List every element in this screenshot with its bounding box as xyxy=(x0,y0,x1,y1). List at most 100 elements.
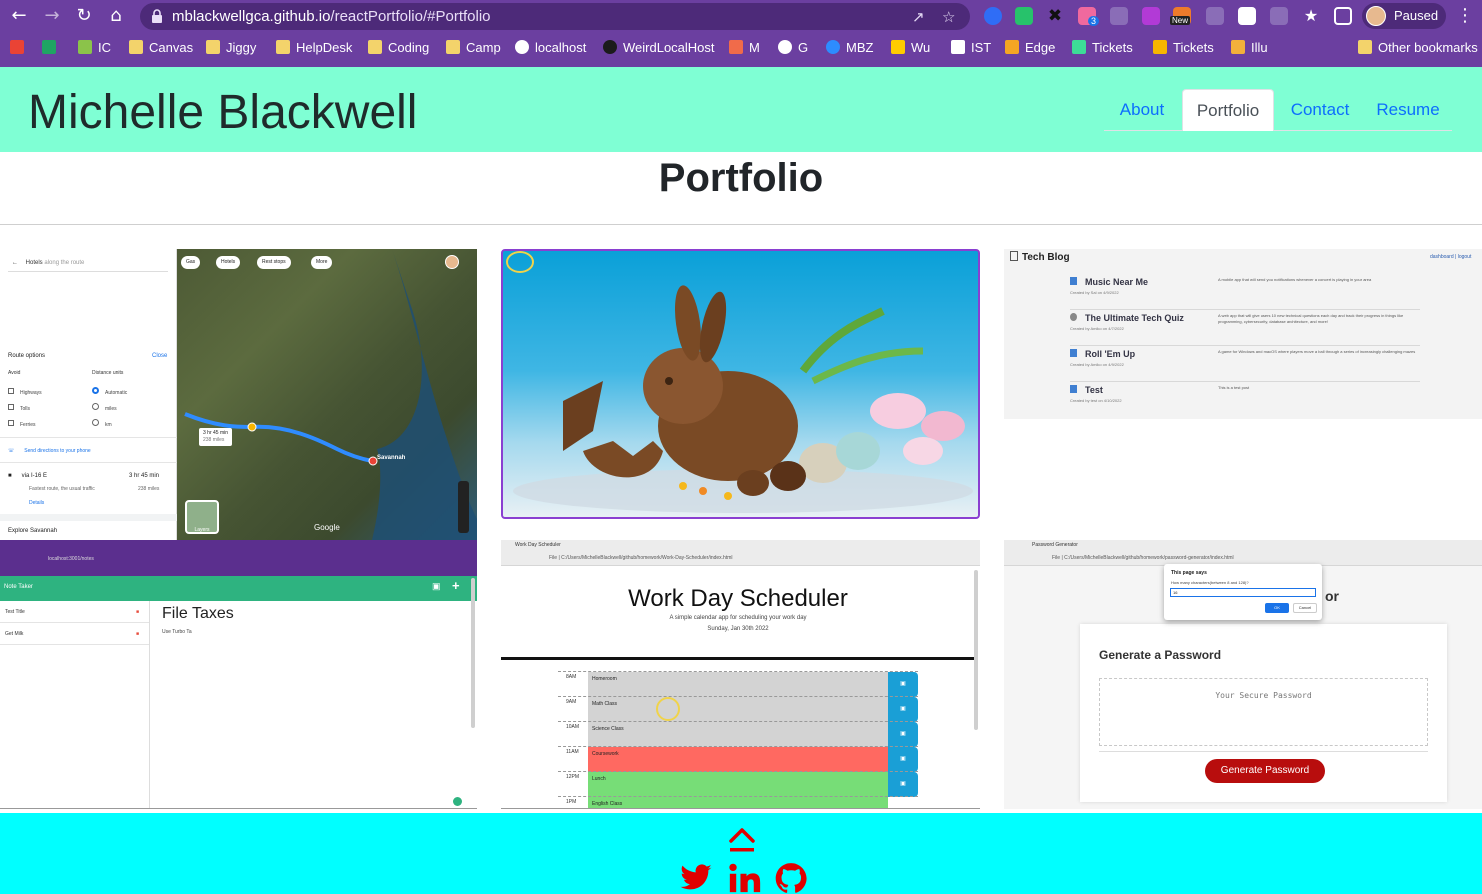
unit-km[interactable]: km xyxy=(92,417,127,433)
extension-icon-blue[interactable] xyxy=(984,7,1002,25)
extension-icon-comment[interactable] xyxy=(1206,7,1224,25)
nav-portfolio[interactable]: Portfolio xyxy=(1182,89,1274,131)
bookmark-star-icon[interactable]: ☆ xyxy=(942,7,955,27)
extension-icon-pink[interactable]: 3 xyxy=(1078,7,1100,26)
bookmark-localhost[interactable]: localhost xyxy=(515,39,586,57)
dialog-input[interactable]: 16 xyxy=(1170,588,1316,597)
note-list-item[interactable]: Test Title ■ xyxy=(0,601,149,623)
bookmark-other[interactable]: Other bookmarks xyxy=(1358,39,1478,57)
extension-icon-green[interactable] xyxy=(1015,7,1033,25)
save-slot-icon[interactable]: ▣ xyxy=(888,772,918,797)
route-details-link[interactable]: Details xyxy=(29,500,44,506)
nav-resume[interactable]: Resume xyxy=(1368,89,1448,131)
chip-rest-stops[interactable]: Rest stops xyxy=(257,256,291,269)
chip-gas[interactable]: Gas xyxy=(181,256,201,269)
bookmark-ist[interactable]: IST xyxy=(951,39,991,57)
route-options-close[interactable]: Close xyxy=(152,353,167,359)
layers-button[interactable]: Layers xyxy=(185,500,219,534)
forward-icon[interactable]: → xyxy=(41,5,63,27)
browser-menu-icon[interactable]: ⋮ xyxy=(1456,5,1474,26)
bookmark-g[interactable]: G xyxy=(778,39,808,57)
extensions-puzzle-icon[interactable]: ★ xyxy=(1302,7,1320,25)
extension-icon-r[interactable] xyxy=(1142,7,1160,25)
bookmark-helpdesk[interactable]: HelpDesk xyxy=(276,39,352,57)
lock-icon[interactable] xyxy=(151,9,163,23)
project-tile-scheduler[interactable]: Work Day Scheduler File | C:/Users/Miche… xyxy=(501,540,980,809)
dialog-cancel-button[interactable]: Cancel xyxy=(1293,603,1317,613)
chip-more[interactable]: More xyxy=(311,256,333,269)
time-block-input[interactable]: Science Class xyxy=(588,722,888,747)
bookmark-ic[interactable]: IC xyxy=(78,39,111,57)
unit-miles[interactable]: miles xyxy=(92,401,127,417)
bookmark-jiggy[interactable]: Jiggy xyxy=(206,39,256,57)
avoid-highways[interactable]: Highways xyxy=(8,385,42,401)
avoid-tolls[interactable]: Tolls xyxy=(8,401,42,417)
project-tile-password[interactable]: Password Generator File | C:/Users/Miche… xyxy=(1004,540,1482,809)
add-note-icon[interactable]: + xyxy=(452,578,460,593)
save-slot-icon[interactable]: ▣ xyxy=(888,697,918,722)
bookmark-coding[interactable]: Coding xyxy=(368,39,429,57)
linkedin-icon[interactable] xyxy=(727,861,761,894)
time-block-input[interactable]: Lunch xyxy=(588,772,888,797)
generate-password-button[interactable]: Generate Password xyxy=(1205,759,1325,783)
side-panel-icon[interactable] xyxy=(1334,7,1352,25)
note-list-item[interactable]: Get Milk ■ xyxy=(0,623,149,645)
avoid-ferries[interactable]: Ferries xyxy=(8,417,42,433)
bookmark-tickets-2[interactable]: Tickets xyxy=(1153,39,1214,57)
save-slot-icon[interactable]: ▣ xyxy=(888,747,918,772)
bookmark-drive[interactable] xyxy=(42,39,62,57)
blog-post[interactable]: The Ultimate Tech Quiz Created by Amiko … xyxy=(1070,313,1420,346)
bookmark-wu[interactable]: Wu xyxy=(891,39,930,57)
project-tile-maps[interactable]: ← Hotels along the route Route options C… xyxy=(0,249,477,540)
bookmark-edge[interactable]: Edge xyxy=(1005,39,1055,57)
extension-icon-new[interactable]: New xyxy=(1170,7,1191,25)
note-title-input[interactable]: File Taxes xyxy=(162,605,234,623)
bookmark-canvas[interactable]: Canvas xyxy=(129,39,193,57)
tech-blog-links[interactable]: dashboard | logout xyxy=(1430,254,1471,260)
back-to-top-icon[interactable] xyxy=(728,825,756,855)
blog-post[interactable]: Test Created by test on 4/10/2022 This i… xyxy=(1070,385,1420,415)
bookmark-illu[interactable]: Illu xyxy=(1231,39,1268,57)
profile-button[interactable]: Paused xyxy=(1362,3,1446,29)
send-directions-link[interactable]: ☏ Send directions to your phone xyxy=(8,448,91,454)
share-icon[interactable]: ↗ xyxy=(912,7,925,27)
nav-contact[interactable]: Contact xyxy=(1280,89,1360,131)
blog-post[interactable]: Roll 'Em Up Created by Amiko on 4/9/2022… xyxy=(1070,349,1420,382)
map-zoom-controls[interactable] xyxy=(458,481,469,533)
time-block-input[interactable]: Math Class xyxy=(588,697,888,722)
time-block-input[interactable]: English Class xyxy=(588,797,888,808)
save-slot-icon[interactable]: ▣ xyxy=(888,722,918,747)
home-icon[interactable]: ⌂ xyxy=(105,5,127,27)
maps-avatar[interactable] xyxy=(445,255,459,269)
bookmark-tickets[interactable]: Tickets xyxy=(1072,39,1133,57)
time-block-input[interactable]: Coursework xyxy=(588,747,888,772)
blog-post[interactable]: Music Near Me Created by Sal on 4/9/2022… xyxy=(1070,277,1420,310)
url-text[interactable]: mblackwellgca.github.io/reactPortfolio/#… xyxy=(172,8,491,25)
chip-hotels[interactable]: Hotels xyxy=(216,256,241,269)
dialog-ok-button[interactable]: OK xyxy=(1265,603,1289,613)
extension-icon-x[interactable]: ✖ xyxy=(1046,7,1064,25)
bookmark-camp[interactable]: Camp xyxy=(446,39,501,57)
address-bar[interactable]: mblackwellgca.github.io/reactPortfolio/#… xyxy=(140,3,970,30)
extension-icon-chat[interactable] xyxy=(1110,7,1128,25)
extension-icon-resize[interactable] xyxy=(1238,7,1256,25)
save-icon[interactable]: ▣ xyxy=(432,581,441,592)
note-text-area[interactable]: Use Turbo Ta xyxy=(162,629,192,635)
password-output[interactable]: Your Secure Password xyxy=(1099,678,1428,746)
extension-icon-shield[interactable] xyxy=(1270,7,1288,25)
save-slot-icon[interactable]: ▣ xyxy=(888,672,918,697)
route-summary[interactable]: ■ via I-16 E xyxy=(8,473,47,479)
github-icon[interactable] xyxy=(774,861,808,894)
maps-search-box[interactable]: ← Hotels along the route xyxy=(8,254,168,272)
project-tile-tech-blog[interactable]: Tech Blog dashboard | logout Music Near … xyxy=(1004,249,1482,419)
bookmark-weirdlocalhost[interactable]: WeirdLocalHost xyxy=(603,39,715,57)
unit-automatic[interactable]: Automatic xyxy=(92,385,127,401)
nav-about[interactable]: About xyxy=(1104,89,1180,131)
twitter-icon[interactable] xyxy=(679,861,713,894)
time-block-input[interactable]: Homeroom xyxy=(588,672,888,697)
bookmark-m[interactable]: M xyxy=(729,39,760,57)
route-callout[interactable]: 3 hr 45 min 238 miles xyxy=(199,428,233,446)
satellite-map[interactable]: Gas Hotels Rest stops More 3 hr 45 min 23… xyxy=(177,249,477,540)
scrollbar[interactable] xyxy=(974,570,978,730)
project-tile-image[interactable] xyxy=(501,249,980,519)
